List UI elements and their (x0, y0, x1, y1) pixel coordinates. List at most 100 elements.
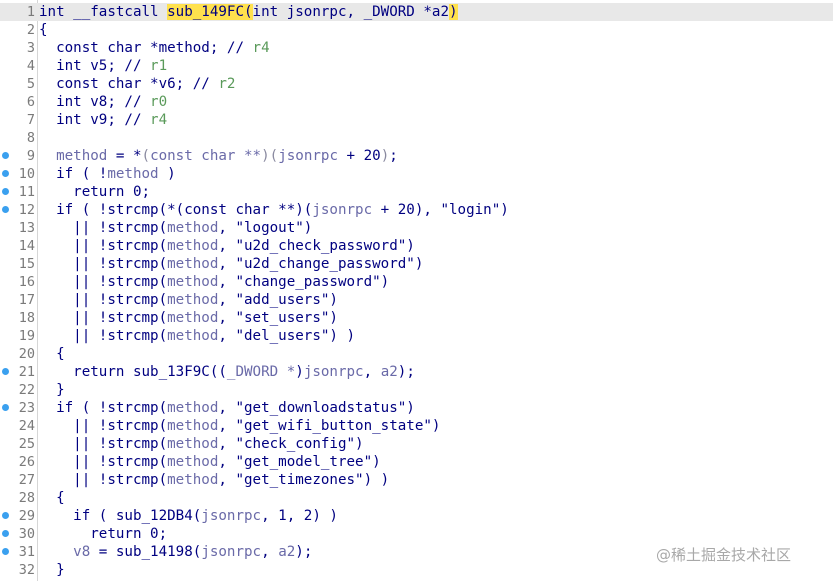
code-token: method (167, 310, 219, 326)
code-text[interactable]: } (39, 381, 65, 399)
breakpoint-dot-icon[interactable] (2, 170, 9, 177)
code-text[interactable]: { (39, 21, 48, 39)
breakpoint-dot-icon[interactable] (2, 152, 9, 159)
line-number: 32 (18, 562, 35, 578)
code-line[interactable]: 26 || !strcmp(method, "get_model_tree") (0, 453, 833, 471)
breakpoint-dot-icon[interactable] (2, 188, 9, 195)
code-text[interactable]: { (39, 345, 65, 363)
code-line[interactable]: 24 || !strcmp(method, "get_wifi_button_s… (0, 417, 833, 435)
code-text[interactable]: || !strcmp(method, "add_users") (39, 291, 338, 309)
code-line[interactable]: 22 } (0, 381, 833, 399)
code-text[interactable]: || !strcmp(method, "del_users") ) (39, 327, 355, 345)
code-token: || !strcmp( (39, 454, 168, 470)
code-line[interactable]: 9 method = *(const char **)(jsonrpc + 20… (0, 147, 833, 165)
code-text[interactable]: const char *method; // r4 (39, 39, 270, 57)
code-text[interactable]: if ( !strcmp(*(const char **)(jsonrpc + … (39, 201, 509, 219)
code-line[interactable]: 2{ (0, 21, 833, 39)
code-line[interactable]: 14 || !strcmp(method, "u2d_check_passwor… (0, 237, 833, 255)
code-token: if ( sub_12DB4( (39, 508, 202, 524)
code-token: jsonrpc (312, 202, 373, 218)
code-token: , "u2d_change_password") (218, 256, 424, 272)
code-line[interactable]: 23 if ( !strcmp(method, "get_downloadsta… (0, 399, 833, 417)
code-line[interactable]: 15 || !strcmp(method, "u2d_change_passwo… (0, 255, 833, 273)
breakpoint-dot-icon[interactable] (2, 548, 9, 555)
code-line[interactable]: 7 int v9; // r4 (0, 111, 833, 129)
line-number: 14 (18, 238, 35, 254)
code-line[interactable]: 4 int v5; // r1 (0, 57, 833, 75)
code-text[interactable]: int v5; // r1 (39, 57, 167, 75)
code-line[interactable]: 18 || !strcmp(method, "set_users") (0, 309, 833, 327)
line-number: 23 (18, 400, 35, 416)
code-line[interactable]: 27 || !strcmp(method, "get_timezones") ) (0, 471, 833, 489)
line-number: 12 (18, 202, 35, 218)
code-line[interactable]: 25 || !strcmp(method, "check_config") (0, 435, 833, 453)
breakpoint-dot-icon[interactable] (2, 530, 9, 537)
code-line[interactable]: 21 return sub_13F9C((_DWORD *)jsonrpc, a… (0, 363, 833, 381)
code-token: method (167, 328, 219, 344)
code-text[interactable]: int __fastcall sub_149FC(int jsonrpc, _D… (39, 3, 458, 21)
code-token: method (167, 472, 219, 488)
code-text[interactable]: if ( !strcmp(method, "get_downloadstatus… (39, 399, 415, 417)
code-line[interactable]: 17 || !strcmp(method, "add_users") (0, 291, 833, 309)
code-text[interactable]: } (39, 561, 65, 579)
code-token: method (167, 220, 219, 236)
line-number: 21 (18, 364, 35, 380)
code-line[interactable]: 12 if ( !strcmp(*(const char **)(jsonrpc… (0, 201, 833, 219)
code-line[interactable]: 3 const char *method; // r4 (0, 39, 833, 57)
code-line[interactable]: 11 return 0; (0, 183, 833, 201)
line-number: 17 (18, 292, 35, 308)
breakpoint-dot-icon[interactable] (2, 404, 9, 411)
code-token: method (167, 400, 219, 416)
code-token: ); (295, 544, 313, 560)
code-line[interactable]: 13 || !strcmp(method, "logout") (0, 219, 833, 237)
line-number: 20 (18, 346, 35, 362)
code-line[interactable]: 30 return 0; (0, 525, 833, 543)
code-line[interactable]: 10 if ( !method ) (0, 165, 833, 183)
code-text[interactable]: v8 = sub_14198(jsonrpc, a2); (39, 543, 312, 561)
code-token: ( (269, 148, 279, 164)
code-token: const char *v6; // (39, 76, 219, 92)
code-line[interactable]: 1 int __fastcall sub_149FC(int jsonrpc, _… (0, 3, 833, 21)
code-text[interactable]: if ( sub_12DB4(jsonrpc, 1, 2) ) (39, 507, 338, 525)
code-text[interactable]: return sub_13F9C((_DWORD *)jsonrpc, a2); (39, 363, 415, 381)
code-text[interactable]: || !strcmp(method, "logout") (39, 219, 312, 237)
code-token: , "get_model_tree") (218, 454, 381, 470)
breakpoint-dot-icon[interactable] (2, 206, 9, 213)
code-text[interactable]: || !strcmp(method, "get_wifi_button_stat… (39, 417, 440, 435)
code-text[interactable]: || !strcmp(method, "check_config") (39, 435, 363, 453)
code-text[interactable]: method = *(const char **)(jsonrpc + 20); (39, 147, 398, 165)
code-text[interactable]: || !strcmp(method, "u2d_check_password") (39, 237, 415, 255)
code-text[interactable]: { (39, 489, 65, 507)
code-text[interactable]: return 0; (39, 525, 167, 543)
line-number: 31 (18, 544, 35, 560)
code-line[interactable]: 5 const char *v6; // r2 (0, 75, 833, 93)
code-line[interactable]: 29 if ( sub_12DB4(jsonrpc, 1, 2) ) (0, 507, 833, 525)
code-text[interactable]: || !strcmp(method, "change_password") (39, 273, 389, 291)
line-number: 29 (18, 508, 35, 524)
code-line[interactable]: 19 || !strcmp(method, "del_users") ) (0, 327, 833, 345)
code-text[interactable]: int v9; // r4 (39, 111, 167, 129)
code-token: , (363, 364, 381, 380)
code-text[interactable]: const char *v6; // r2 (39, 75, 235, 93)
pseudocode-editor[interactable]: 1 int __fastcall sub_149FC(int jsonrpc, _… (0, 0, 833, 581)
code-line[interactable]: 8 (0, 129, 833, 147)
code-text[interactable]: || !strcmp(method, "set_users") (39, 309, 338, 327)
code-line[interactable]: 16 || !strcmp(method, "change_password") (0, 273, 833, 291)
code-line[interactable]: 6 int v8; // r0 (0, 93, 833, 111)
code-text[interactable]: || !strcmp(method, "get_timezones") ) (39, 471, 389, 489)
code-token: if ( !strcmp(*(const char **)( (39, 202, 313, 218)
code-text[interactable]: || !strcmp(method, "get_model_tree") (39, 453, 381, 471)
code-text[interactable]: if ( !method ) (39, 165, 176, 183)
code-text[interactable]: return 0; (39, 183, 150, 201)
code-token: method (167, 436, 219, 452)
code-line[interactable]: 20 { (0, 345, 833, 363)
code-text[interactable]: int v8; // r0 (39, 93, 167, 111)
breakpoint-dot-icon[interactable] (2, 368, 9, 375)
code-text[interactable]: || !strcmp(method, "u2d_change_password"… (39, 255, 423, 273)
code-token: , 1, 2) ) (261, 508, 338, 524)
code-token: ( (244, 4, 253, 20)
watermark: @稀土掘金技术社区 (656, 546, 792, 564)
code-line[interactable]: 28 { (0, 489, 833, 507)
breakpoint-dot-icon[interactable] (2, 512, 9, 519)
line-number: 16 (18, 274, 35, 290)
